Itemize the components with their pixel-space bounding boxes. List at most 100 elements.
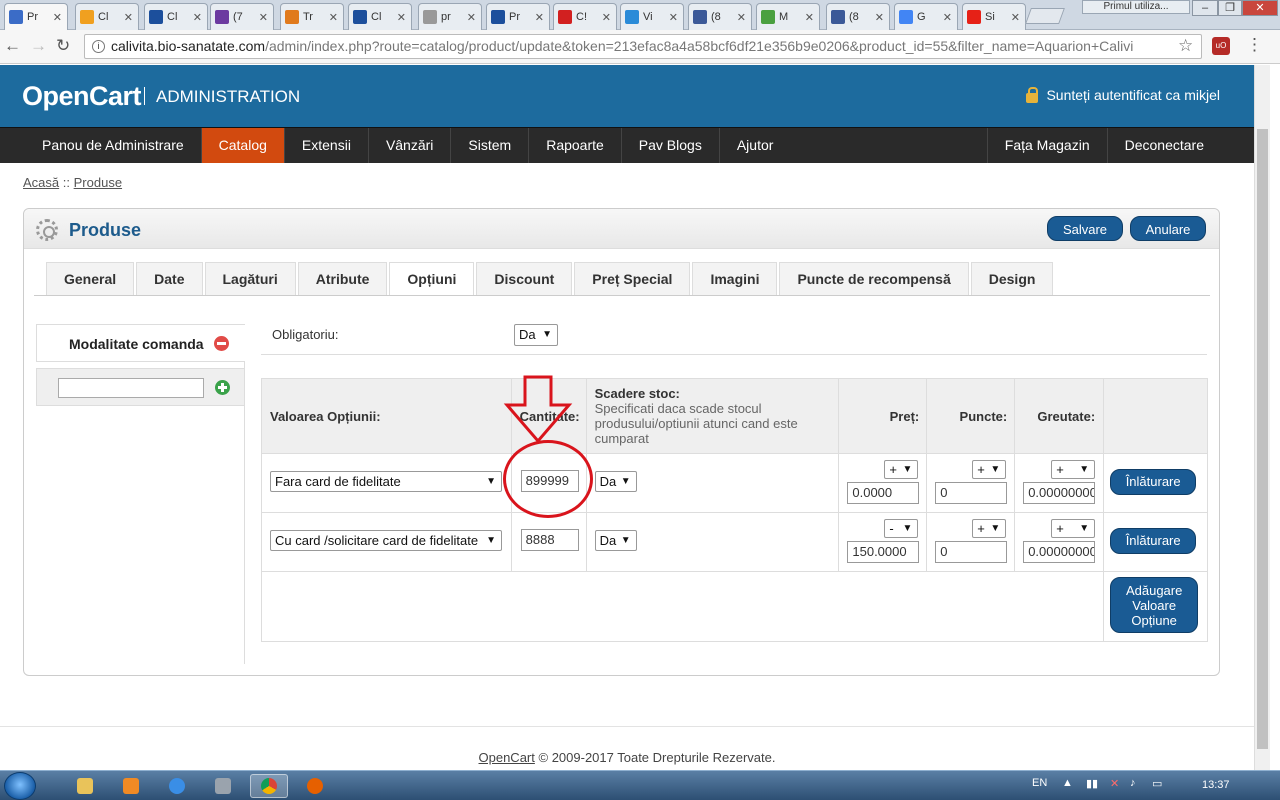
firefox-taskbar-icon[interactable] [296,774,334,798]
network-icon[interactable]: ✕ [1110,777,1119,790]
points-input[interactable]: 0 [935,541,1008,563]
tab-close-icon[interactable]: ✕ [943,11,952,24]
extension-icon[interactable]: uO [1212,37,1230,55]
subtract-select[interactable]: Da ▼ [594,471,637,492]
tab-special[interactable]: Preț Special [574,262,691,296]
browser-tab[interactable]: Pr ✕ [4,3,68,30]
tab-discount[interactable]: Discount [476,262,573,296]
tab-data[interactable]: Date [136,262,203,296]
browser-tab[interactable]: Pr ✕ [486,3,550,30]
option-value-select[interactable]: Cu card /solicitare card de fidelitate ▼ [270,530,502,551]
points-input[interactable]: 0 [935,482,1008,504]
tab-close-icon[interactable]: ✕ [875,11,884,24]
tab-design[interactable]: Design [970,262,1054,296]
weight-input[interactable]: 0.00000000 [1023,482,1096,504]
browser-menu-icon[interactable]: ⋮ [1246,35,1263,55]
browser-tab[interactable]: (7 ✕ [210,3,274,30]
tab-close-icon[interactable]: ✕ [737,11,746,24]
weight-input[interactable]: 0.00000000 [1023,541,1096,563]
ie-taskbar-icon[interactable] [158,774,196,798]
browser-tab[interactable]: M ✕ [756,3,820,30]
points-prefix-select[interactable]: + ▼ [972,460,1007,479]
option-tab-order-mode[interactable]: Modalitate comanda [36,324,245,362]
volume-icon[interactable]: ♪ [1130,777,1136,789]
tab-close-icon[interactable]: ✕ [397,11,406,24]
power-icon[interactable]: ▭ [1152,777,1162,790]
tab-close-icon[interactable]: ✕ [535,11,544,24]
url-input[interactable]: i calivita.bio-sanatate.com/admin/index.… [84,34,1202,59]
option-autocomplete-input[interactable] [58,378,204,398]
tab-options[interactable]: Opțiuni [389,262,475,296]
tab-close-icon[interactable]: ✕ [602,11,611,24]
cancel-button[interactable]: Anulare [1130,216,1206,241]
back-icon[interactable]: ← [4,36,21,56]
menu-item-system[interactable]: Sistem [451,128,530,163]
add-option-icon[interactable] [215,380,230,395]
weight-prefix-select[interactable]: + ▼ [1051,519,1096,538]
tab-general[interactable]: General [46,262,135,296]
browser-tab[interactable]: (8 ✕ [688,3,752,30]
close-window-button[interactable]: ✕ [1242,0,1278,16]
browser-tab[interactable]: Tr ✕ [280,3,344,30]
tools-taskbar-icon[interactable] [204,774,242,798]
tab-close-icon[interactable]: ✕ [124,11,133,24]
tab-close-icon[interactable]: ✕ [467,11,476,24]
tab-close-icon[interactable]: ✕ [805,11,814,24]
menu-item-extensions[interactable]: Extensii [285,128,369,163]
menu-item-pav-blogs[interactable]: Pav Blogs [622,128,720,163]
price-input[interactable]: 150.0000 [847,541,920,563]
bookmark-star-icon[interactable]: ☆ [1178,36,1193,56]
tab-close-icon[interactable]: ✕ [193,11,202,24]
tab-close-icon[interactable]: ✕ [329,11,338,24]
tab-images[interactable]: Imagini [692,262,778,296]
breadcrumb-products[interactable]: Produse [74,175,122,190]
browser-tab[interactable]: Cl ✕ [144,3,208,30]
browser-tab[interactable]: Vi ✕ [620,3,684,30]
menu-item-storefront[interactable]: Fața Magazin [986,128,1107,163]
menu-item-sales[interactable]: Vânzări [369,128,452,163]
footer-link[interactable]: OpenCart [479,750,535,765]
start-button[interactable] [4,772,36,800]
tab-attributes[interactable]: Atribute [297,262,388,296]
subtract-select[interactable]: Da ▼ [594,530,637,551]
browser-tab[interactable]: pr ✕ [418,3,482,30]
browser-tab[interactable]: (8 ✕ [826,3,890,30]
remove-option-icon[interactable] [214,336,229,351]
menu-item-help[interactable]: Ajutor [720,128,791,163]
browser-tab[interactable]: G ✕ [894,3,958,30]
tab-reward-points[interactable]: Puncte de recompensă [779,262,969,296]
tab-close-icon[interactable]: ✕ [259,11,268,24]
price-prefix-select[interactable]: + ▼ [884,460,919,479]
explorer-taskbar-icon[interactable] [66,774,104,798]
points-prefix-select[interactable]: + ▼ [972,519,1007,538]
tab-links[interactable]: Lagături [204,262,296,296]
signal-icon[interactable]: ▮▮ [1086,777,1098,790]
browser-tab[interactable]: C! ✕ [553,3,617,30]
tray-up-icon[interactable]: ▲ [1062,777,1073,789]
info-icon[interactable]: i [92,40,105,53]
language-indicator[interactable]: EN [1032,777,1047,789]
tab-close-icon[interactable]: ✕ [669,11,678,24]
option-value-select[interactable]: Fara card de fidelitate ▼ [270,471,502,492]
add-option-value-button[interactable]: Adăugare Valoare Opțiune [1110,577,1199,633]
profile-button[interactable]: Primul utiliza... [1082,0,1190,14]
weight-prefix-select[interactable]: + ▼ [1051,460,1096,479]
required-select[interactable]: Da ▼ [514,324,558,346]
maximize-button[interactable]: ❐ [1218,0,1242,16]
browser-tab[interactable]: Cl ✕ [348,3,412,30]
browser-tab[interactable]: Cl ✕ [75,3,139,30]
price-input[interactable]: 0.0000 [847,482,920,504]
menu-item-reports[interactable]: Rapoarte [529,128,622,163]
browser-tab[interactable]: Si ✕ [962,3,1026,30]
clock[interactable]: 13:37 [1202,779,1230,791]
remove-value-button[interactable]: Înlăturare [1110,528,1197,554]
page-scrollbar[interactable] [1254,65,1270,770]
menu-item-catalog[interactable]: Catalog [201,128,285,163]
menu-item-dashboard[interactable]: Panou de Administrare [0,128,202,163]
menu-item-logout[interactable]: Deconectare [1106,128,1254,163]
price-prefix-select[interactable]: - ▼ [884,519,919,538]
remove-value-button[interactable]: Înlăturare [1110,469,1197,495]
chrome-taskbar-icon[interactable] [250,774,288,798]
tab-close-icon[interactable]: ✕ [1011,11,1020,24]
tab-close-icon[interactable]: ✕ [53,11,62,24]
